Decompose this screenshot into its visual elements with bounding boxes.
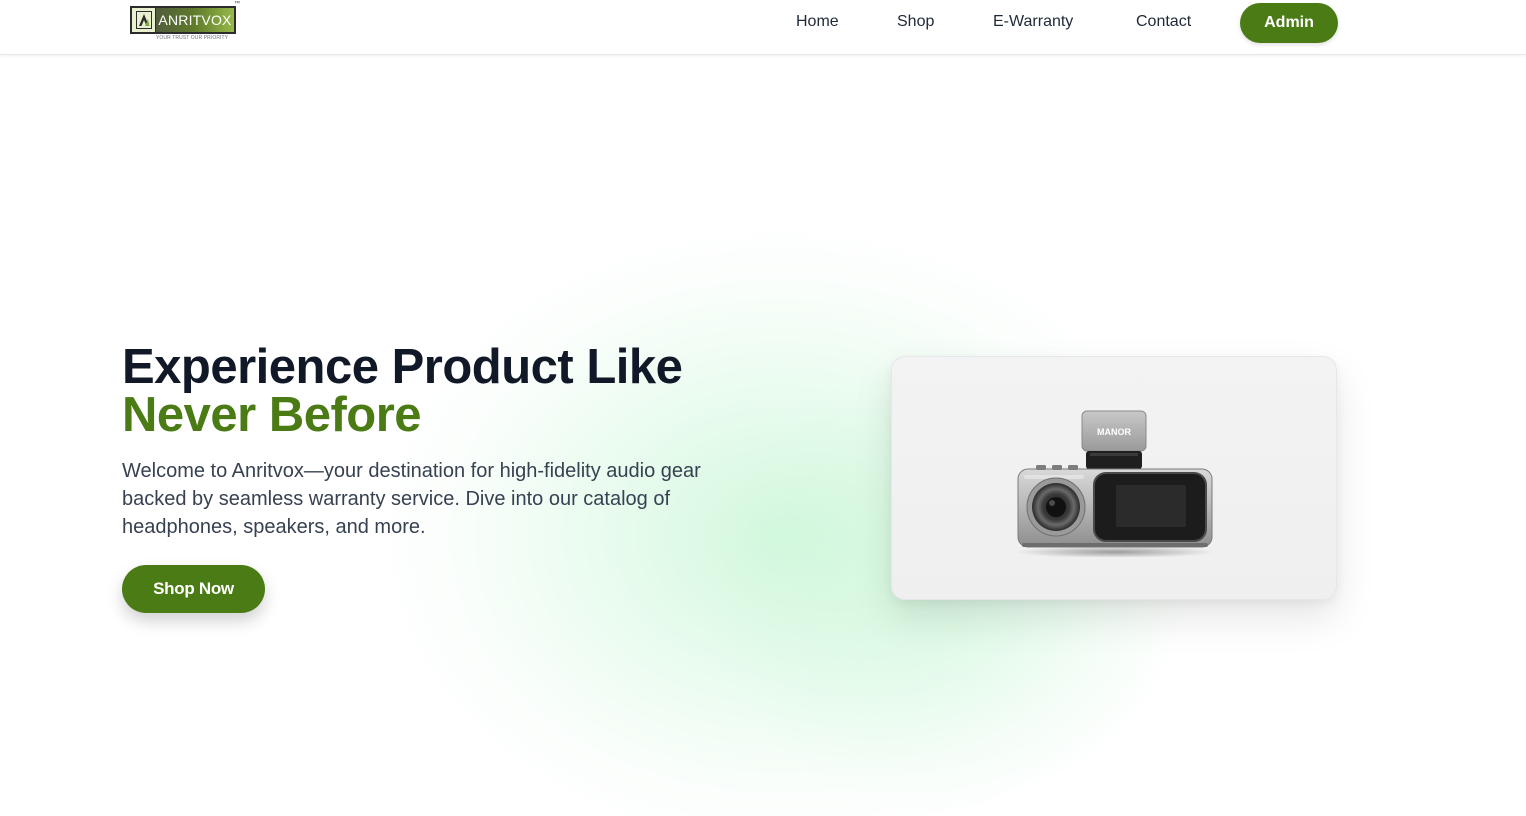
hero-headline-line1: Experience Product Like — [122, 340, 683, 394]
site-header: ANRITVOX ™ YOUR TRUST OUR PRIORITY Home … — [0, 0, 1526, 55]
hero-section: Experience Product Like Never Before Wel… — [0, 56, 1526, 816]
hero-headline: Experience Product Like Never Before — [122, 340, 762, 442]
product-image-card[interactable]: MANOR — [891, 356, 1337, 600]
admin-button[interactable]: Admin — [1240, 3, 1338, 43]
dash-camera-product-image: MANOR — [1015, 410, 1215, 557]
nav-contact-link[interactable]: Contact — [1136, 13, 1191, 31]
nav-home-link[interactable]: Home — [796, 13, 839, 31]
product-brand-label: MANOR — [1097, 427, 1131, 437]
hero-description: Welcome to Anritvox—your destination for… — [122, 460, 701, 538]
main-nav: Home Shop E-Warranty Contact Admin — [0, 0, 1526, 46]
nav-e-warranty-link[interactable]: E-Warranty — [993, 13, 1073, 31]
hero-headline-highlight: Never Before — [122, 388, 422, 442]
nav-shop-link[interactable]: Shop — [897, 13, 934, 31]
shop-now-button[interactable]: Shop Now — [122, 565, 265, 613]
